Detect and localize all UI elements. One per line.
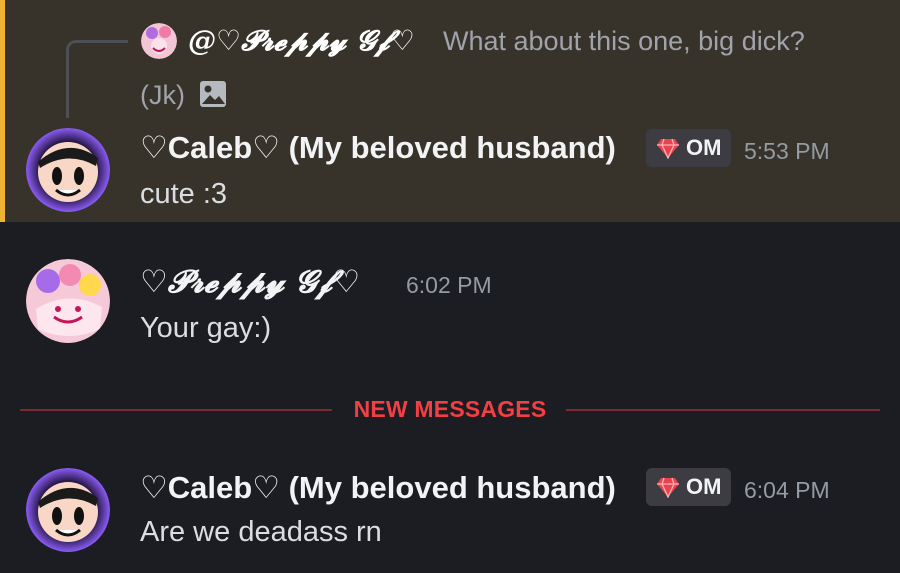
- avatar[interactable]: [26, 468, 110, 552]
- role-tag-label: OM: [686, 135, 722, 160]
- message-content: Are we deadass rn: [140, 516, 382, 548]
- role-tag[interactable]: OM: [646, 129, 732, 167]
- new-messages-divider-label: NEW MESSAGES: [353, 396, 547, 422]
- mention-highlight-bar: [0, 0, 5, 222]
- role-tag-label: OM: [686, 474, 722, 499]
- gem-icon: [657, 138, 679, 159]
- mentioned-message[interactable]: @♡𝓟𝓻𝓮𝓹𝓹𝔂 𝓖𝓯♡ What about this one, big di…: [0, 0, 900, 222]
- new-messages-divider-left: [20, 409, 332, 411]
- message-author-name[interactable]: ♡Caleb♡ (My beloved husband): [140, 130, 616, 166]
- message-timestamp[interactable]: 6:02 PM: [406, 272, 492, 299]
- new-messages-divider-right: [566, 409, 880, 411]
- message-timestamp[interactable]: 6:04 PM: [744, 477, 830, 504]
- reply-preview-text[interactable]: What about this one, big dick?: [443, 26, 805, 57]
- message-timestamp[interactable]: 5:53 PM: [744, 138, 830, 165]
- chat-log: @♡𝓟𝓻𝓮𝓹𝓹𝔂 𝓖𝓯♡ What about this one, big di…: [0, 0, 900, 573]
- reply-preview-text-continued[interactable]: (Jk): [140, 80, 185, 111]
- avatar[interactable]: [26, 128, 110, 212]
- gem-icon: [657, 477, 679, 498]
- reply-author-name[interactable]: @♡𝓟𝓻𝓮𝓹𝓹𝔂 𝓖𝓯♡: [188, 24, 415, 58]
- reply-connector: [66, 40, 128, 118]
- avatar[interactable]: [26, 259, 110, 343]
- message-content: cute :3: [140, 178, 228, 210]
- message-author-name[interactable]: ♡𝓟𝓻𝓮𝓹𝓹𝔂 𝓖𝓯♡: [140, 264, 360, 301]
- image-icon: [198, 79, 228, 109]
- message-author-name[interactable]: ♡Caleb♡ (My beloved husband): [140, 470, 616, 506]
- reply-avatar[interactable]: [141, 23, 177, 59]
- message-content: Your gay:): [140, 312, 272, 344]
- role-tag[interactable]: OM: [646, 468, 732, 506]
